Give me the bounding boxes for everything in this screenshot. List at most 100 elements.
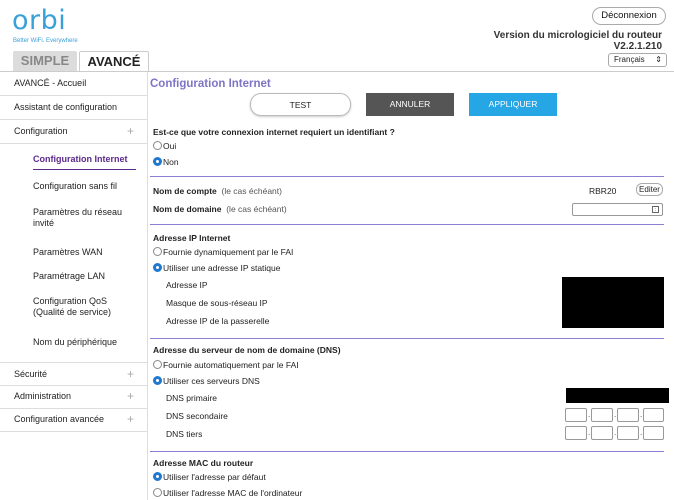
octet-separator: . (640, 428, 643, 437)
octet-separator: . (640, 410, 643, 419)
sidebar-item-device-name[interactable]: Nom du périphérique (0, 337, 148, 348)
radio-label: Fournie dynamiquement par le FAI (163, 247, 294, 257)
octet-separator: . (588, 428, 591, 437)
sidebar-item-label: Sécurité (14, 369, 48, 379)
octet-separator: . (588, 410, 591, 419)
radio-login-no[interactable]: Non (153, 157, 179, 167)
select-arrows-icon: ⇕ (655, 55, 662, 64)
radio-ip-dynamic[interactable]: Fournie dynamiquement par le FAI (153, 247, 293, 257)
redacted-ip-fields (562, 277, 664, 328)
orbi-logo: orbi (12, 5, 67, 36)
ip-section-title: Adresse IP Internet (153, 233, 231, 243)
account-name-label: Nom de compte (le cas échéant) (153, 186, 282, 196)
radio-icon (153, 488, 162, 497)
radio-label: Non (163, 157, 179, 167)
language-select[interactable]: Français ⇕ (608, 53, 667, 67)
sidebar-item-label: Assistant de configuration (14, 102, 118, 112)
dns-tertiary-octet-2[interactable] (591, 426, 613, 440)
label-text: Nom de domaine (153, 204, 222, 214)
label-hint: (le cas échéant) (226, 204, 287, 214)
mac-section-title: Adresse MAC du routeur (153, 458, 254, 468)
dns-secondary-octet-2[interactable] (591, 408, 613, 422)
sidebar-item-internet[interactable]: Configuration Internet (0, 154, 148, 165)
sidebar-item-label: Configuration QoS (33, 296, 108, 306)
subnet-mask-label: Masque de sous-réseau IP (166, 298, 268, 308)
label-text: Nom de compte (153, 186, 217, 196)
input-icon: ⋮ (652, 206, 659, 213)
dns-secondary-octet-3[interactable] (617, 408, 639, 422)
sidebar-item-administration[interactable]: Administration + (0, 385, 148, 409)
radio-label: Utiliser ces serveurs DNS (163, 376, 260, 386)
tab-advanced[interactable]: AVANCÉ (79, 51, 149, 71)
radio-label: Utiliser l'adresse MAC de l'ordinateur (163, 488, 303, 498)
radio-login-yes[interactable]: Oui (153, 141, 176, 151)
dns-secondary-label: DNS secondaire (166, 411, 228, 421)
dns-secondary-octet-4[interactable] (643, 408, 664, 422)
sidebar-item-lan[interactable]: Paramétrage LAN (0, 271, 148, 282)
test-button[interactable]: TEST (250, 93, 351, 116)
expand-icon: + (126, 124, 134, 138)
page-title: Configuration Internet (150, 78, 271, 90)
sidebar-item-label: Configuration avancée (14, 414, 105, 424)
sidebar-item-home[interactable]: AVANCÉ - Accueil (0, 72, 148, 96)
radio-mac-computer[interactable]: Utiliser l'adresse MAC de l'ordinateur (153, 488, 302, 498)
sidebar-item-label: AVANCÉ - Accueil (14, 78, 87, 88)
sidebar-item-security[interactable]: Sécurité + (0, 362, 148, 386)
octet-separator: . (614, 428, 617, 437)
sidebar-item-wireless[interactable]: Configuration sans fil (0, 181, 148, 192)
gateway-label: Adresse IP de la passerelle (166, 316, 270, 326)
radio-mac-default[interactable]: Utiliser l'adresse par défaut (153, 472, 266, 482)
radio-label: Oui (163, 141, 177, 151)
apply-button[interactable]: APPLIQUER (469, 93, 557, 116)
dns-tertiary-label: DNS tiers (166, 429, 203, 439)
domain-name-label: Nom de domaine (le cas échéant) (153, 204, 287, 214)
radio-icon (153, 360, 162, 369)
sidebar-item-label: (Qualité de service) (33, 307, 112, 317)
logo-tagline: Better WiFi. Everywhere (13, 38, 78, 44)
sidebar-item-wan[interactable]: Paramètres WAN (0, 247, 148, 258)
firmware-version: V2.2.1.210 (613, 41, 662, 52)
dns-secondary-octet-1[interactable] (565, 408, 587, 422)
dns-tertiary-octet-1[interactable] (565, 426, 587, 440)
section-divider (150, 176, 664, 177)
radio-selected-icon (153, 157, 162, 166)
radio-icon (153, 141, 162, 150)
sidebar-item-configuration[interactable]: Configuration + (0, 120, 148, 144)
sidebar-item-guest-network[interactable]: Paramètres du réseau invité (0, 207, 148, 229)
login-question: Est-ce que votre connexion internet requ… (153, 127, 395, 137)
radio-ip-static[interactable]: Utiliser une adresse IP statique (153, 263, 281, 273)
radio-dns-auto[interactable]: Fournie automatiquement par le FAI (153, 360, 299, 370)
radio-dns-manual[interactable]: Utiliser ces serveurs DNS (153, 376, 260, 386)
sidebar: AVANCÉ - Accueil Assistant de configurat… (0, 72, 148, 500)
section-divider (150, 224, 664, 225)
radio-selected-icon (153, 263, 162, 272)
octet-separator: . (614, 410, 617, 419)
expand-icon: + (126, 367, 134, 381)
section-divider (150, 338, 664, 339)
tab-simple[interactable]: SIMPLE (13, 51, 77, 71)
radio-icon (153, 247, 162, 256)
dns-tertiary-octet-3[interactable] (617, 426, 639, 440)
dns-section-title: Adresse du serveur de nom de domaine (DN… (153, 345, 341, 355)
sidebar-item-wizard[interactable]: Assistant de configuration (0, 96, 148, 120)
expand-icon: + (126, 389, 134, 403)
domain-name-input[interactable]: ⋮ (572, 203, 663, 216)
sidebar-item-label: Administration (14, 391, 72, 401)
cancel-button[interactable]: ANNULER (366, 93, 454, 116)
edit-button[interactable]: Editer (636, 183, 663, 196)
ip-address-label: Adresse IP (166, 280, 208, 290)
radio-label: Fournie automatiquement par le FAI (163, 360, 299, 370)
sidebar-item-label: invité (33, 218, 55, 228)
logout-button[interactable]: Déconnexion (592, 7, 666, 25)
dns-primary-label: DNS primaire (166, 393, 218, 403)
dns-tertiary-octet-4[interactable] (643, 426, 664, 440)
sidebar-item-advanced-config[interactable]: Configuration avancée + (0, 408, 148, 432)
sidebar-item-label: Paramètres du réseau (33, 207, 123, 217)
expand-icon: + (126, 412, 134, 426)
firmware-label: Version du micrologiciel du routeur (493, 30, 662, 41)
account-name-value: RBR20 (589, 186, 617, 196)
sidebar-item-qos[interactable]: Configuration QoS (Qualité de service) (0, 296, 148, 318)
language-value: Français (614, 55, 645, 64)
radio-selected-icon (153, 376, 162, 385)
radio-label: Utiliser l'adresse par défaut (163, 472, 266, 482)
